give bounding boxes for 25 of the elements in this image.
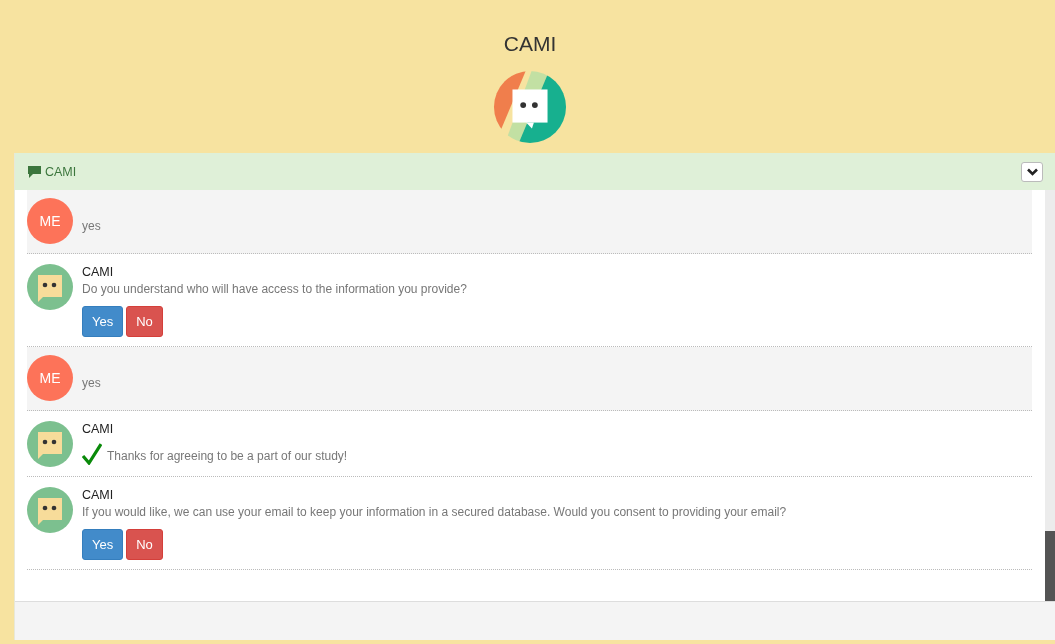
- message-text: yes: [82, 218, 101, 235]
- sender-name: CAMI: [82, 487, 115, 504]
- chat-bubble-icon: [28, 165, 41, 178]
- collapse-toggle[interactable]: [1021, 161, 1043, 182]
- yes-button[interactable]: Yes: [82, 306, 124, 337]
- message-text: yes: [82, 375, 101, 392]
- message-text: Thanks for agreeing to be a part of our study!: [107, 448, 348, 465]
- chevron-down-icon: [1026, 167, 1038, 176]
- app-title: CAMI: [503, 32, 557, 56]
- user-avatar: ME: [27, 355, 73, 401]
- sender-name: CAMI: [82, 264, 115, 281]
- logo-icon: [493, 70, 567, 144]
- message-text: Do you understand who will have access to the information you provide?: [82, 281, 467, 298]
- yes-button[interactable]: Yes: [82, 529, 124, 560]
- bot-avatar-icon: [27, 487, 73, 533]
- bot-avatar-icon: [27, 264, 73, 310]
- panel-title: CAMI: [45, 164, 78, 179]
- no-button[interactable]: No: [126, 306, 163, 337]
- bot-avatar-icon: [27, 421, 73, 467]
- sender-name: CAMI: [82, 421, 115, 438]
- scrollbar[interactable]: [1045, 190, 1055, 601]
- message-text: If you would like, we can use your email to keep your information in a secured database. Would you consent to providing your email?: [82, 504, 787, 521]
- no-button[interactable]: No: [126, 529, 163, 560]
- checkmark-icon: [82, 443, 102, 465]
- user-avatar: ME: [27, 198, 73, 244]
